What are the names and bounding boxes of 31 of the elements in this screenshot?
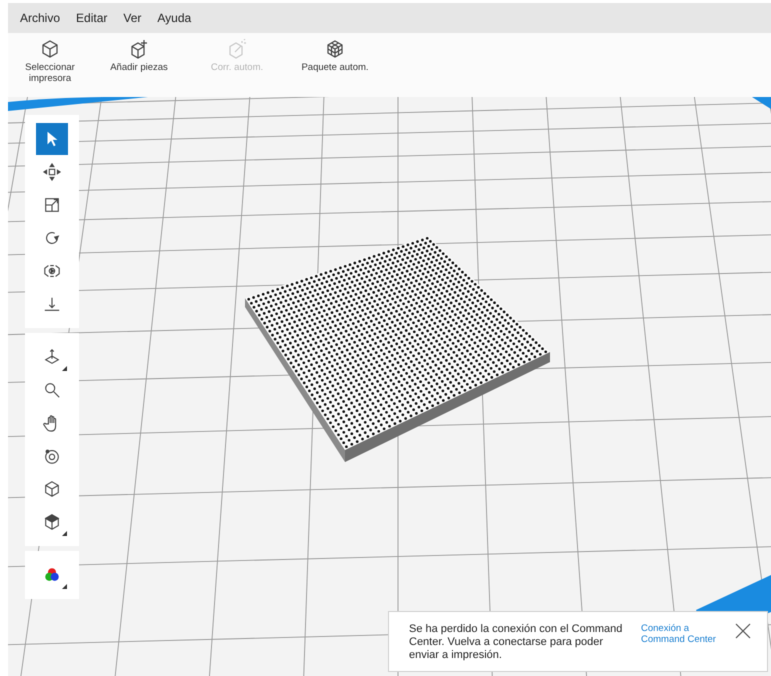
connect-link[interactable]: Conexión a Command Center	[641, 623, 729, 645]
wand-icon	[227, 39, 247, 59]
mirror-icon	[43, 262, 61, 280]
cube-icon	[43, 480, 61, 498]
shaded-cube-icon	[43, 513, 61, 531]
scale-icon	[43, 196, 61, 214]
orbit-icon	[43, 447, 61, 465]
toolbar-button[interactable]: Paquete autom.	[286, 33, 384, 73]
close-icon	[735, 623, 751, 639]
notification-message: Se ha perdido la conexión con el Command Center. Vuelva a conectarse para poder enviar a impresión.	[409, 623, 624, 662]
toolbar-button[interactable]: Añadir piezas	[90, 33, 188, 73]
cube-icon	[40, 39, 60, 59]
build-volume-edge	[752, 97, 771, 109]
cube-grid-icon	[325, 39, 345, 59]
dropdown-corner-icon	[62, 531, 67, 536]
view-plane-icon	[43, 348, 61, 366]
menu-item[interactable]: Archivo	[12, 11, 68, 25]
color-circles-icon	[43, 566, 61, 584]
menu-item[interactable]: Ayuda	[149, 11, 200, 25]
toolbar-button[interactable]: Seleccionar impresora	[10, 33, 90, 84]
move-icon	[43, 163, 61, 181]
menu-item[interactable]: Ver	[115, 11, 150, 25]
menu-item[interactable]: Editar	[68, 11, 116, 25]
tool-button[interactable]	[36, 123, 68, 155]
add-cube-icon	[129, 39, 149, 59]
dropdown-corner-icon	[62, 584, 67, 589]
dropdown-corner-icon	[62, 366, 67, 371]
rotate-icon	[43, 229, 61, 247]
search-icon	[43, 381, 61, 399]
close-button[interactable]	[735, 623, 753, 641]
drop-to-floor-icon	[43, 295, 61, 313]
